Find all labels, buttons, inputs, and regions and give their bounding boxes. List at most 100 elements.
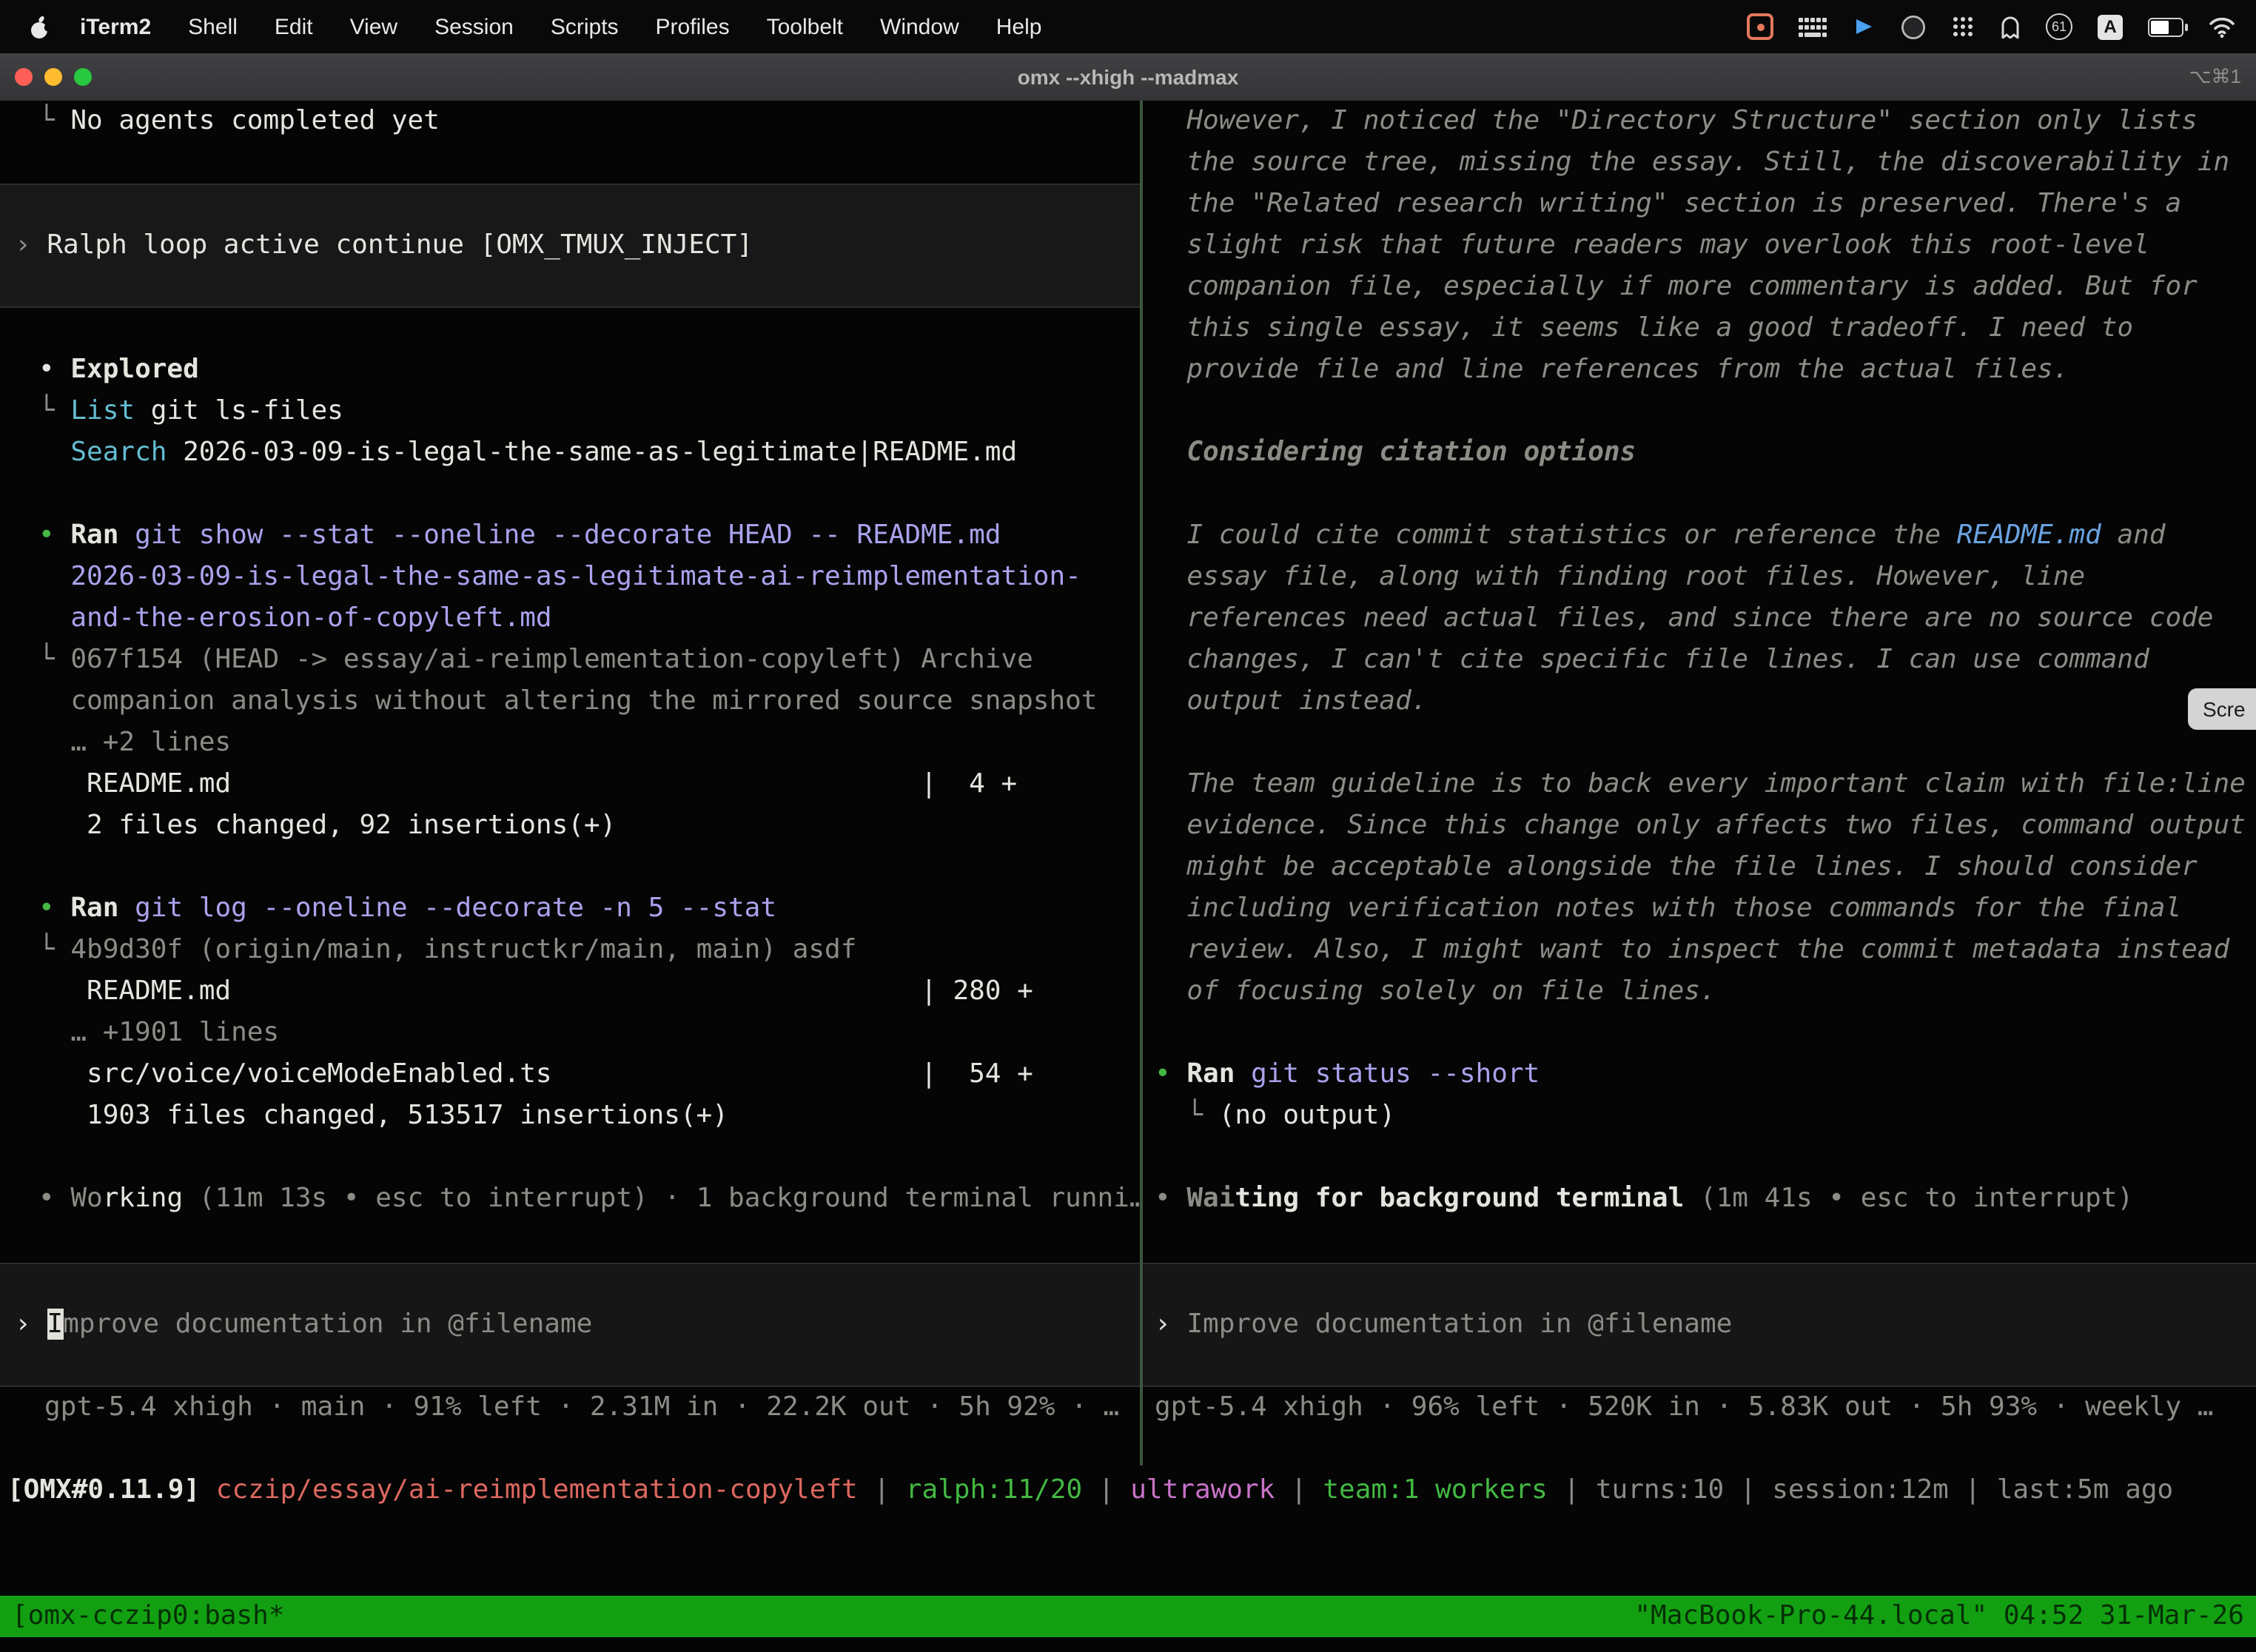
omx-status-line: [OMX#0.11.9] cczip/essay/ai-reimplementa… [7, 1470, 2256, 1511]
inject-banner: › Ralph loop active continue [OMX_TMUX_I… [0, 184, 1140, 308]
menu-item-edit[interactable]: Edit [275, 14, 313, 39]
terminal-line: changes, I can't cite specific file line… [1155, 639, 2256, 681]
text-segment: ultrawork [1130, 1474, 1275, 1505]
text-segment: No agents completed yet [70, 105, 440, 136]
menu-item-view[interactable]: View [350, 14, 398, 39]
terminal-line: • Working (11m 13s • esc to interrupt) ·… [38, 1178, 1140, 1220]
text-segment: ting for background terminal [1235, 1183, 1684, 1214]
text-segment: Ralph loop active continue [OMX_TMUX_INJ… [47, 229, 753, 261]
terminal-line: the source tree, missing the essay. Stil… [1155, 142, 2256, 184]
text-segment: the source tree, missing the essay. Stil… [1155, 147, 2229, 178]
apple-menu-icon[interactable] [30, 10, 50, 43]
text-segment: However, I noticed the "Directory Struct… [1155, 105, 2198, 136]
prompt-input-left[interactable]: › Improve documentation in @filename [0, 1263, 1140, 1387]
text-segment: | [1082, 1474, 1130, 1505]
menu-item-scripts[interactable]: Scripts [551, 14, 619, 39]
screen: iTerm2 Shell Edit View Session Scripts Profile… [0, 0, 2256, 1652]
text-segment: turns:10 [1596, 1474, 1724, 1505]
terminal-line: companion file, especially if more comme… [1155, 266, 2256, 308]
menu-item-profiles[interactable]: Profiles [656, 14, 730, 39]
text-segment [200, 1474, 216, 1505]
text-segment: companion file, especially if more comme… [1155, 271, 2198, 302]
text-segment: Search [70, 437, 167, 468]
text-segment: team:1 workers [1323, 1474, 1547, 1505]
text-segment: evidence. Since this change only affects… [1155, 810, 2246, 841]
text-segment: ralph:11/20 [906, 1474, 1082, 1505]
text-segment [231, 768, 921, 799]
ghost-app-icon[interactable] [2000, 10, 2021, 43]
menu-item-toolbelt[interactable]: Toolbelt [767, 14, 843, 39]
text-segment: provide file and line references from th… [1155, 354, 2069, 385]
terminal-line: src/voice/voiceModeEnabled.ts | 54 + [38, 1054, 1140, 1095]
text-segment: | 4 + [921, 768, 1017, 799]
text-segment: I [47, 1309, 63, 1340]
input-source-icon[interactable]: A [2098, 10, 2123, 43]
menu-item-iterm2[interactable]: iTerm2 [80, 14, 151, 39]
text-segment: Wai [1186, 1183, 1235, 1214]
text-segment: └ [38, 105, 70, 136]
text-segment: Ran [1186, 1058, 1235, 1089]
text-segment: List [70, 395, 135, 426]
text-segment: including verification notes with those … [1155, 893, 2181, 924]
text-segment: the "Related research writing" section i… [1155, 188, 2181, 219]
tmux-session-window[interactable]: [omx-cczip0:bash* [12, 1596, 284, 1637]
terminal-line: slight risk that future readers may over… [1155, 225, 2256, 266]
terminal-line: might be acceptable alongside the file l… [1155, 847, 2256, 888]
terminal-pane-right[interactable]: However, I noticed the "Directory Struct… [1143, 101, 2256, 1465]
text-segment: › [15, 229, 47, 261]
menu-item-shell[interactable]: Shell [188, 14, 238, 39]
keyboard-icon[interactable] [1799, 10, 1827, 43]
text-segment: (no output) [1219, 1100, 1395, 1131]
text-segment: • [1155, 1058, 1186, 1089]
text-segment: | [1275, 1474, 1323, 1505]
menu-item-help[interactable]: Help [996, 14, 1042, 39]
wifi-icon[interactable] [2209, 10, 2235, 43]
text-segment: git status --short [1235, 1058, 1540, 1089]
terminal-line: ​ [1155, 1013, 2256, 1054]
terminal-line: this single essay, it seems like a good … [1155, 308, 2256, 349]
terminal-line: 2026-03-09-is-legal-the-same-as-legitima… [38, 557, 1140, 598]
terminal: └ No agents completed yet › Ralph loop a… [0, 101, 2256, 1652]
text-segment: • [38, 354, 70, 385]
text-segment: src/voice/voiceModeEnabled.ts [38, 1058, 552, 1089]
text-segment: might be acceptable alongside the file l… [1155, 851, 2198, 882]
text-segment: rking [103, 1183, 183, 1214]
screenshot-button[interactable]: Scre [2188, 688, 2256, 730]
text-segment [552, 1058, 921, 1089]
text-segment: … +2 lines [38, 727, 231, 758]
terminal-line: ​ [1155, 722, 2256, 764]
menu-item-session[interactable]: Session [434, 14, 514, 39]
prompt-input-right[interactable]: › Improve documentation in @filename [1143, 1263, 2256, 1387]
battery-percent-icon[interactable]: 61 [2046, 10, 2072, 43]
text-segment: (1m 41s • esc to interrupt) [1684, 1183, 2133, 1214]
terminal-line: └ List git ls-files [38, 391, 1140, 432]
terminal-line: ​ [38, 847, 1140, 888]
prompt-input-left-text: › Improve documentation in @filename [15, 1304, 592, 1346]
menu-bar: iTerm2 Shell Edit View Session Scripts Profile… [0, 0, 2256, 53]
recording-indicator-icon[interactable] [1747, 10, 1773, 43]
terminal-line: Considering citation options [1155, 432, 2256, 474]
text-segment: last:5m ago [1997, 1474, 2173, 1505]
window-shortcut-hint: ⌥⌘1 [2189, 53, 2241, 101]
terminal-line: essay file, along with finding root file… [1155, 557, 2256, 598]
text-segment: README.md [38, 768, 231, 799]
text-segment: Explored [70, 354, 198, 385]
text-segment: └ [38, 395, 70, 426]
dark-circle-app-icon[interactable] [1901, 10, 1926, 43]
text-segment: › [1155, 1309, 1186, 1340]
dots-grid-icon[interactable] [1951, 10, 1975, 43]
terminal-line: • Ran git show --stat --oneline --decora… [38, 515, 1140, 557]
text-segment: git log --oneline --decorate -n 5 --stat [118, 893, 776, 924]
blue-arrow-app-icon[interactable] [1852, 10, 1876, 43]
battery-icon[interactable] [2148, 10, 2183, 43]
terminal-line: └ No agents completed yet [38, 101, 1140, 142]
model-status-right: gpt-5.4 xhigh · 96% left · 520K in · 5.8… [1143, 1387, 2256, 1428]
tmux-panes: └ No agents completed yet › Ralph loop a… [0, 101, 2256, 1465]
text-segment: | [1548, 1474, 1596, 1505]
text-segment: | 54 + [921, 1058, 1033, 1089]
text-segment: gpt-5.4 xhigh · 96% left · 520K in · 5.8… [1155, 1391, 2214, 1423]
tmux-host-and-time: "MacBook-Pro-44.local" 04:52 31-Mar-26 [1634, 1596, 2244, 1637]
agent-transcript-left: • Explored └ List git ls-files Search 202… [0, 349, 1140, 1220]
menu-item-window[interactable]: Window [880, 14, 959, 39]
terminal-pane-left[interactable]: └ No agents completed yet › Ralph loop a… [0, 101, 1140, 1465]
